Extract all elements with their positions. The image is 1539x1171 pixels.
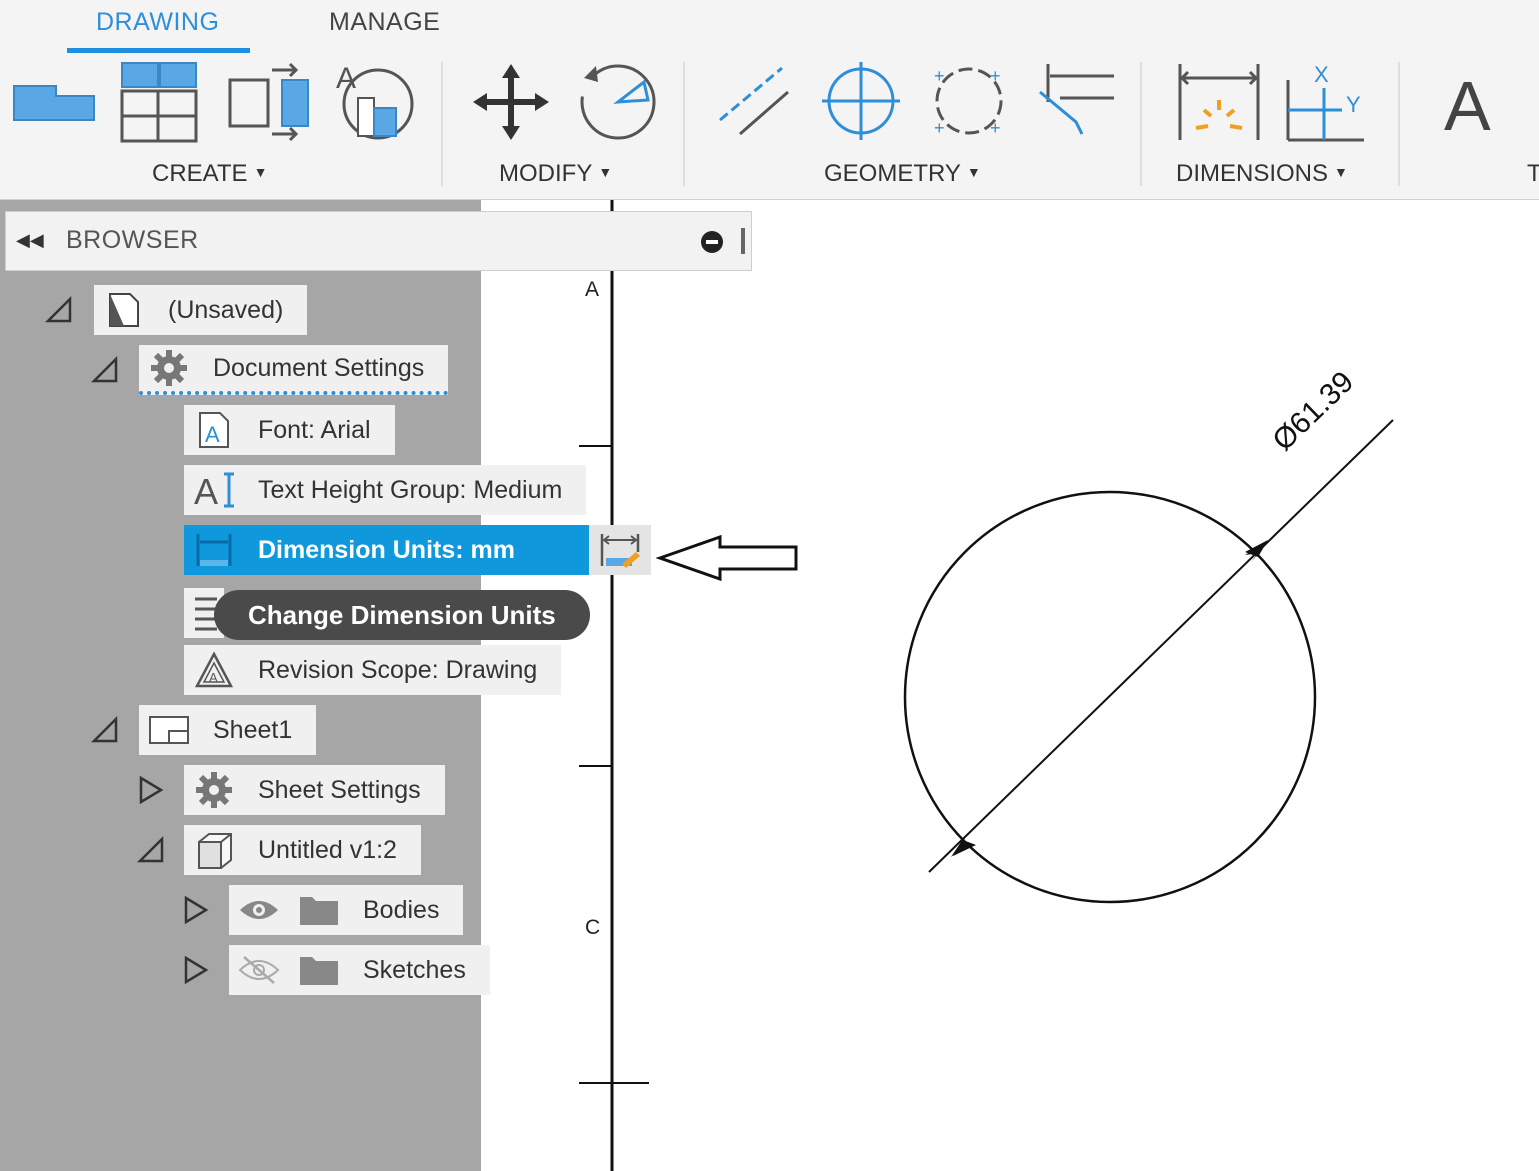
folder-icon <box>289 953 349 987</box>
svg-text:X: X <box>1314 62 1329 87</box>
zone-label-c: C <box>585 916 601 939</box>
expanded-triangle-icon[interactable] <box>136 835 166 865</box>
toolbar-divider <box>683 62 685 186</box>
svg-text:A: A <box>205 422 220 447</box>
view-label: Untitled v1:2 <box>258 835 397 864</box>
toolbar-divider <box>1398 62 1400 186</box>
dimension-units-label: Dimension Units: mm <box>258 535 515 564</box>
tree-node-revision-scope[interactable]: A Revision Scope: Drawing <box>184 645 562 695</box>
chevron-down-icon: ▼ <box>253 164 268 180</box>
tab-manage[interactable]: MANAGE <box>329 8 440 37</box>
tree-node-sheet[interactable]: Sheet1 <box>139 705 317 755</box>
eye-hidden-icon[interactable] <box>229 955 289 985</box>
gear-icon <box>139 348 199 388</box>
center-mark-icon[interactable] <box>820 60 902 142</box>
tree-node-text-height[interactable]: A Text Height Group: Medium <box>184 465 587 515</box>
tree-node-font[interactable]: A Font: Arial <box>184 405 395 455</box>
create-menu[interactable]: CREATE ▼ <box>152 160 267 188</box>
modify-label: MODIFY <box>499 160 593 187</box>
gear-icon <box>184 770 244 810</box>
chevron-down-icon: ▼ <box>1334 164 1348 180</box>
revision-triangle-icon: A <box>184 651 244 689</box>
collapsed-triangle-icon[interactable] <box>136 775 166 805</box>
collapsed-triangle-icon[interactable] <box>181 895 211 925</box>
sheet-label: Sheet1 <box>213 715 293 744</box>
tooltip: Change Dimension Units <box>214 590 590 640</box>
document-settings-label: Document Settings <box>213 353 425 382</box>
tree-node-view[interactable]: Untitled v1:2 <box>184 825 421 875</box>
folder-icon <box>289 893 349 927</box>
centerline-icon[interactable] <box>712 62 792 140</box>
expanded-triangle-icon[interactable] <box>44 295 74 325</box>
svg-text:+: + <box>990 118 1001 138</box>
bodies-label: Bodies <box>363 895 440 924</box>
move-icon[interactable] <box>470 62 552 142</box>
revision-scope-label: Revision Scope: Drawing <box>258 655 538 684</box>
svg-text:A: A <box>209 670 218 685</box>
font-icon: A <box>184 411 244 449</box>
expanded-triangle-icon[interactable] <box>90 715 120 745</box>
toolbar-divider <box>441 62 443 186</box>
dimension-icon[interactable] <box>1176 62 1262 142</box>
svg-text:+: + <box>990 66 1001 86</box>
root-label: (Unsaved) <box>168 295 284 324</box>
drawing-canvas[interactable] <box>481 200 1539 1171</box>
toolbar-divider <box>1140 62 1142 186</box>
svg-text:+: + <box>934 118 945 138</box>
svg-text:Y: Y <box>1346 92 1361 117</box>
tree-node-dimension-units[interactable]: Dimension Units: mm <box>184 525 589 575</box>
callout-arrow-icon <box>656 534 798 582</box>
chevron-down-icon: ▼ <box>598 164 613 180</box>
collapse-panel-icon[interactable]: ◀◀ <box>16 230 44 251</box>
tab-drawing[interactable]: DRAWING <box>96 8 219 37</box>
sketches-label: Sketches <box>363 955 466 984</box>
tree-node-bodies[interactable]: Bodies <box>229 885 464 935</box>
change-dimension-units-button[interactable] <box>589 525 651 575</box>
zone-label-a: A <box>585 278 600 301</box>
dimensions-label: DIMENSIONS <box>1176 160 1329 187</box>
svg-text:A: A <box>194 471 218 510</box>
sheet-settings-label: Sheet Settings <box>258 775 421 804</box>
geometry-menu[interactable]: GEOMETRY ▼ <box>824 160 981 188</box>
create-label: CREATE <box>152 160 248 187</box>
tree-node-sketches[interactable]: Sketches <box>229 945 490 995</box>
sheet-icon <box>139 714 199 746</box>
text-height-label: Text Height Group: Medium <box>258 475 563 504</box>
minus-circle-icon[interactable] <box>700 230 724 254</box>
chevron-down-icon: ▼ <box>966 164 981 180</box>
projected-view-icon[interactable] <box>118 60 200 144</box>
tree-node-sheet-settings[interactable]: Sheet Settings <box>184 765 445 815</box>
svg-text:+: + <box>934 66 945 86</box>
ordinate-dimension-icon[interactable]: X Y <box>1284 60 1370 144</box>
drawing-document-icon <box>94 292 154 328</box>
text-tool-icon[interactable]: A <box>1444 66 1491 146</box>
text-height-icon: A <box>184 470 244 510</box>
cube-icon <box>184 830 244 870</box>
diameter-dimension-line <box>928 419 1394 873</box>
detail-view-icon[interactable]: A <box>334 58 420 144</box>
panel-resize-handle[interactable] <box>741 228 745 254</box>
tree-node-root[interactable]: (Unsaved) <box>94 285 308 335</box>
active-tab-indicator <box>67 48 250 53</box>
tree-node-document-settings[interactable]: Document Settings <box>139 345 449 395</box>
modify-menu[interactable]: MODIFY ▼ <box>499 160 612 188</box>
dimension-units-icon <box>184 530 244 570</box>
font-label: Font: Arial <box>258 415 371 444</box>
rotate-icon[interactable] <box>576 60 660 142</box>
center-mark-pattern-icon[interactable]: + + + + <box>928 62 1010 140</box>
edit-units-icon <box>600 534 640 568</box>
browser-title: BROWSER <box>66 226 199 254</box>
edge-extension-icon[interactable] <box>1036 62 1118 138</box>
geometry-label: GEOMETRY <box>824 160 961 187</box>
eye-icon[interactable] <box>229 896 289 924</box>
collapsed-triangle-icon[interactable] <box>181 955 211 985</box>
section-view-icon[interactable] <box>226 62 312 142</box>
dimensions-menu[interactable]: DIMENSIONS ▼ <box>1176 160 1348 188</box>
text-menu[interactable]: T <box>1527 160 1539 188</box>
expanded-triangle-icon[interactable] <box>90 355 120 385</box>
base-view-icon[interactable] <box>12 82 96 122</box>
